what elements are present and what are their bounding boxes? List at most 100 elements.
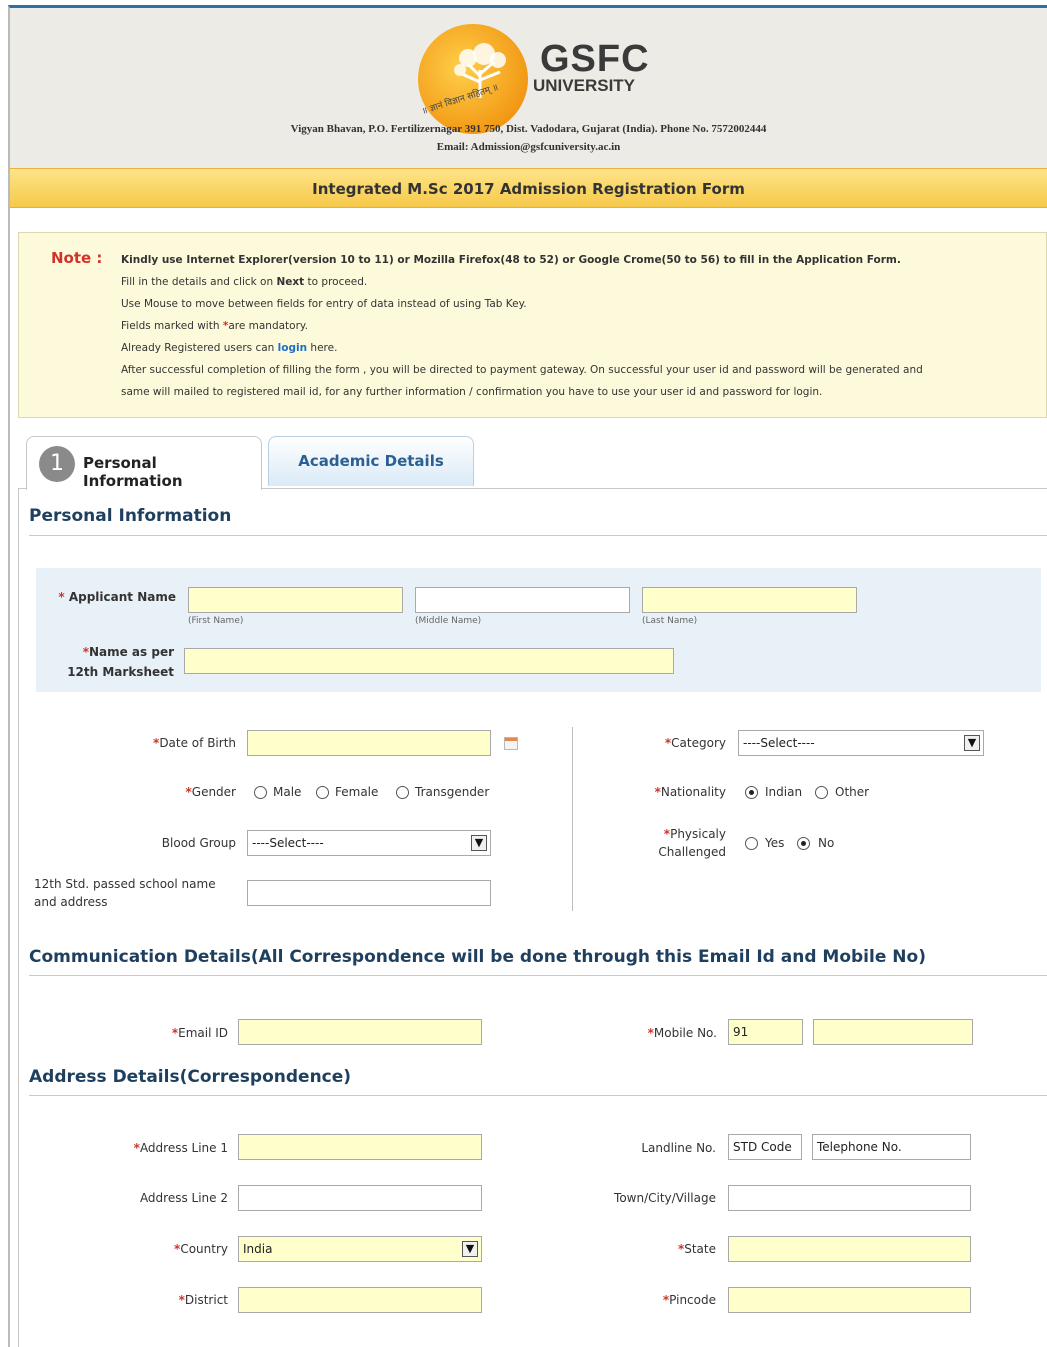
- label-text: Pincode: [669, 1293, 716, 1307]
- name-as-per-marksheet-input[interactable]: [184, 648, 674, 674]
- last-name-hint: (Last Name): [642, 616, 698, 626]
- physically-challenged-label-2: Challenged: [658, 845, 726, 859]
- middle-name-input[interactable]: [415, 587, 630, 613]
- mobile-number-input[interactable]: [813, 1019, 973, 1045]
- label-text: Country: [180, 1242, 228, 1256]
- note-box: Note : Kindly use Internet Explorer(vers…: [18, 232, 1047, 418]
- column-divider: [572, 727, 573, 911]
- school-label-2: and address: [34, 895, 108, 909]
- telephone-input[interactable]: Telephone No.: [812, 1134, 971, 1160]
- form-title: Integrated M.Sc 2017 Admission Registrat…: [10, 168, 1047, 208]
- category-label: *Category: [600, 736, 726, 750]
- physically-challenged-yes-radio[interactable]: [745, 837, 758, 850]
- address-line: Vigyan Bhavan, P.O. Fertilizernagar 391 …: [290, 123, 767, 135]
- country-select[interactable]: India ▼: [238, 1236, 482, 1262]
- nationality-label: *Nationality: [600, 785, 726, 799]
- label-text: Email ID: [178, 1026, 228, 1040]
- chevron-down-icon: ▼: [471, 835, 487, 851]
- step-number-badge: 1: [39, 446, 75, 482]
- label-text: Physicaly: [670, 827, 726, 841]
- tab-personal-information[interactable]: 1 Personal Information: [26, 436, 262, 490]
- nationality-indian-label: Indian: [765, 785, 803, 799]
- nationality-indian-radio[interactable]: [745, 786, 758, 799]
- select-value: ----Select----: [252, 836, 324, 850]
- note-line-credentials: same will mailed to registered mail id, …: [121, 386, 823, 398]
- note-text: Fill in the details and click on: [121, 276, 277, 288]
- label-text: Mobile No.: [653, 1026, 717, 1040]
- label-text: State: [684, 1242, 716, 1256]
- section-title-communication: Communication Details(All Correspondence…: [29, 947, 926, 967]
- nationality-other-radio[interactable]: [815, 786, 828, 799]
- email-line: Email: Admission@gsfcuniversity.ac.in: [436, 141, 621, 153]
- label-text: Nationality: [660, 785, 726, 799]
- note-line-payment: After successful completion of filling t…: [121, 364, 923, 376]
- calendar-icon[interactable]: [504, 737, 518, 750]
- logo-text: GSFC: [540, 38, 650, 80]
- note-next-word: Next: [276, 276, 305, 288]
- note-text: Fields marked with: [121, 320, 223, 332]
- gender-transgender-label: Transgender: [415, 785, 490, 799]
- physically-challenged-yes-label: Yes: [765, 836, 785, 850]
- chevron-down-icon: ▼: [964, 735, 980, 751]
- chevron-down-icon: ▼: [462, 1241, 478, 1257]
- gender-transgender-radio[interactable]: [396, 786, 409, 799]
- divider: [29, 1095, 1047, 1096]
- gender-female-label: Female: [335, 785, 379, 799]
- school-label: 12th Std. passed school name: [34, 877, 216, 891]
- note-line-browsers: Kindly use Internet Explorer(version 10 …: [121, 254, 901, 266]
- name-as-per-marksheet-label-2: 12th Marksheet: [67, 665, 174, 679]
- district-input[interactable]: [238, 1287, 482, 1313]
- label-text: Applicant Name: [68, 590, 176, 604]
- state-input[interactable]: [728, 1236, 971, 1262]
- landline-label: Landline No.: [641, 1141, 716, 1155]
- blood-group-label: Blood Group: [161, 836, 236, 850]
- pincode-input[interactable]: [728, 1287, 971, 1313]
- gender-male-radio[interactable]: [254, 786, 267, 799]
- dob-input[interactable]: [247, 730, 491, 756]
- physically-challenged-no-label: No: [818, 836, 835, 850]
- mobile-label: *Mobile No.: [596, 1026, 717, 1040]
- tab-label: Personal Information: [83, 454, 183, 490]
- note-lines: Kindly use Internet Explorer(version 10 …: [121, 249, 1041, 403]
- label-text: Date of Birth: [159, 736, 236, 750]
- blood-group-select[interactable]: ----Select---- ▼: [247, 830, 491, 856]
- town-label: Town/City/Village: [614, 1191, 716, 1205]
- town-input[interactable]: [728, 1185, 971, 1211]
- label-text: Gender: [191, 785, 236, 799]
- physically-challenged-no-radio[interactable]: [797, 837, 810, 850]
- note-line-mouse: Use Mouse to move between fields for ent…: [121, 298, 527, 310]
- country-label: *Country: [90, 1242, 228, 1256]
- physically-challenged-label: *Physicaly: [600, 827, 726, 841]
- pincode-label: *Pincode: [590, 1293, 716, 1307]
- nationality-other-label: Other: [835, 785, 870, 799]
- logo-subtext: UNIVERSITY: [533, 76, 636, 95]
- gender-female-radio[interactable]: [316, 786, 329, 799]
- label-text: Address Line 1: [139, 1141, 228, 1155]
- divider: [29, 975, 1047, 976]
- tab-academic-details[interactable]: Academic Details: [268, 436, 474, 486]
- note-line-login: Already Registered users can login here.: [121, 337, 1041, 359]
- note-line-mandatory: Fields marked with *are mandatory.: [121, 315, 1041, 337]
- school-input[interactable]: [247, 880, 491, 906]
- email-input[interactable]: [238, 1019, 482, 1045]
- dob-label: *Date of Birth: [100, 736, 236, 750]
- category-select[interactable]: ----Select---- ▼: [738, 730, 984, 756]
- middle-name-hint: (Middle Name): [415, 616, 482, 626]
- gender-male-label: Male: [273, 785, 302, 799]
- mobile-country-code-input[interactable]: 91: [728, 1019, 803, 1045]
- email-label: *Email ID: [90, 1026, 228, 1040]
- section-title-personal: Personal Information: [29, 506, 232, 526]
- note-text: Already Registered users can: [121, 342, 278, 354]
- section-title-address: Address Details(Correspondence): [29, 1067, 352, 1087]
- first-name-input[interactable]: [188, 587, 403, 613]
- tab-label: Academic Details: [298, 452, 444, 470]
- login-link[interactable]: login: [278, 342, 307, 354]
- note-line-next: Fill in the details and click on Next to…: [121, 271, 1041, 293]
- address-line-1-input[interactable]: [238, 1134, 482, 1160]
- select-value: ----Select----: [743, 736, 815, 750]
- address-line-2-input[interactable]: [238, 1185, 482, 1211]
- applicant-name-label: * Applicant Name: [40, 590, 176, 604]
- select-value: India: [243, 1242, 273, 1256]
- last-name-input[interactable]: [642, 587, 857, 613]
- std-code-input[interactable]: STD Code: [728, 1134, 802, 1160]
